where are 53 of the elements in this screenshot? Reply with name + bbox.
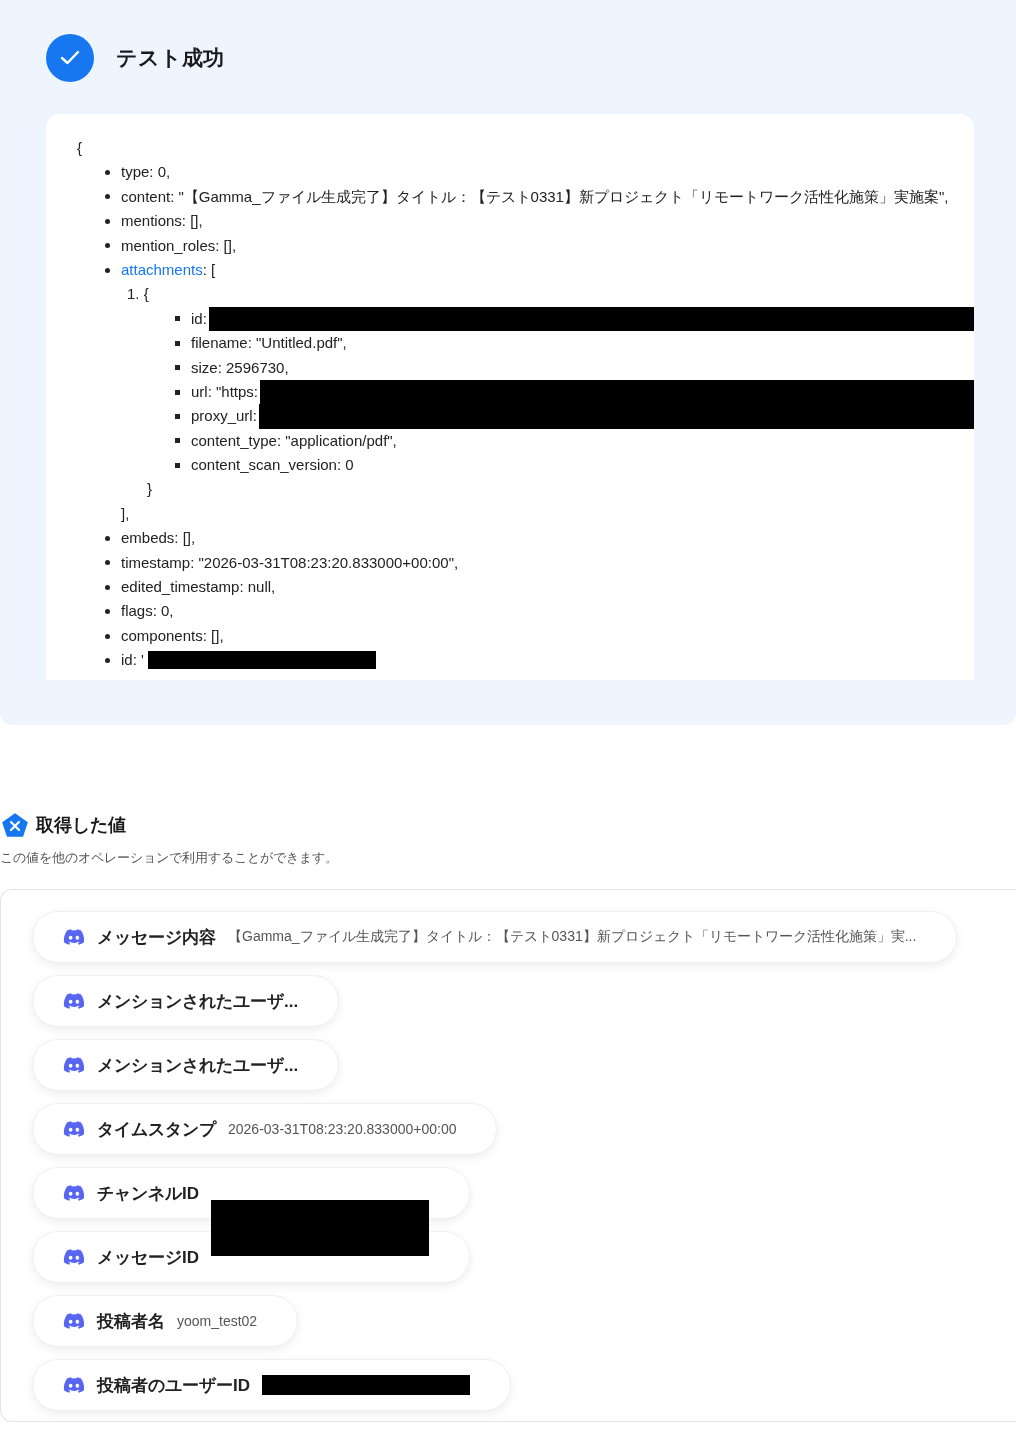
- code-line: proxy_url:: [191, 406, 257, 427]
- code-line: {: [77, 138, 82, 158]
- bullet-mark: [175, 340, 180, 346]
- bullet-mark: [105, 657, 110, 663]
- code-line: components: [],: [121, 625, 224, 646]
- value-chip[interactable]: メンションされたユーザ...: [32, 1039, 340, 1091]
- code-line: url: "https:: [191, 381, 259, 402]
- code-line: content_scan_version: 0: [191, 455, 354, 476]
- bullet-mark: [105, 218, 110, 224]
- code-line: timestamp: "2026-03-31T08:23:20.833000+00:00",: [121, 552, 459, 573]
- value-chip[interactable]: タイムスタンプ 2026-03-31T08:23:20.833000+00:00: [32, 1103, 498, 1155]
- bullet-mark: [175, 414, 180, 419]
- bullet-mark: [105, 535, 110, 541]
- code-line: content: "【Gamma_ファイル生成完了】タイトル：【テスト0331】新プロジェクト「リモートワーク活性化施策」実施案",: [121, 186, 949, 207]
- bullet-mark: [105, 267, 110, 273]
- code-line: id: ': [121, 650, 144, 671]
- code-line: edited_timestamp: null,: [121, 577, 276, 598]
- section-title: 取得した値: [36, 814, 126, 837]
- check-icon: [46, 34, 94, 82]
- code-line: size: 2596730,: [191, 357, 289, 378]
- bullet-mark: [105, 584, 110, 590]
- close-icon: [2, 813, 28, 837]
- bullet-mark: [175, 389, 180, 395]
- bullet-mark: [105, 609, 110, 615]
- value-chip[interactable]: チャンネルID: [32, 1167, 470, 1219]
- bullet-mark: [175, 438, 180, 444]
- code-line: }: [147, 479, 152, 500]
- value-chip[interactable]: メンションされたユーザ...: [32, 975, 340, 1027]
- bullet-mark: [105, 243, 110, 249]
- value-chip[interactable]: 投稿者名 yoom_test02: [32, 1295, 299, 1347]
- code-line: id:: [191, 308, 207, 329]
- code-line: 1. {: [127, 284, 149, 305]
- code-line: mentions: [],: [121, 211, 203, 232]
- bullet-mark: [175, 316, 180, 322]
- attachments-link[interactable]: attachments: [121, 260, 203, 278]
- code-line: mention_roles: [],: [121, 235, 237, 256]
- code-line: embeds: [],: [121, 528, 196, 549]
- code-line: ],: [121, 503, 130, 524]
- value-chip[interactable]: 投稿者のユーザーID: [32, 1359, 511, 1411]
- bullet-mark: [105, 633, 110, 639]
- section-description: この値を他のオペレーションで利用することができます。: [0, 849, 339, 867]
- code-line: filename: "Untitled.pdf",: [191, 333, 347, 354]
- code-line: type: 0,: [121, 162, 171, 183]
- bullet-mark: [175, 365, 180, 371]
- code-line: attachments: [: [121, 259, 216, 280]
- result-title: テスト成功: [116, 45, 224, 71]
- value-chip[interactable]: メッセージ内容 【Gamma_ファイル生成完了】タイトル：【テスト0331】新プロジェクト「リモートワーク活性化施策」実...: [32, 911, 958, 963]
- bullet-mark: [105, 194, 110, 200]
- bullet-mark: [105, 170, 110, 176]
- code-line: content_type: "application/pdf",: [191, 430, 397, 451]
- code-line: flags: 0,: [121, 601, 174, 622]
- bullet-mark: [105, 560, 110, 566]
- bullet-mark: [175, 462, 180, 468]
